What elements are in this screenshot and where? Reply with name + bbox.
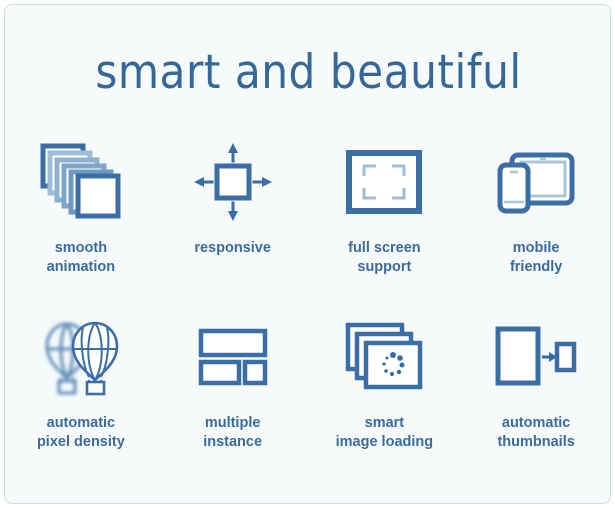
feature-grid: smooth animation responsive full screen … (5, 137, 610, 487)
feature-item-full-screen-support[interactable]: full screen support (309, 137, 461, 312)
feature-item-multiple-instance[interactable]: multiple instance (157, 312, 309, 487)
label-line-1: multiple (204, 415, 261, 431)
resize-arrows-icon (157, 137, 309, 227)
feature-label: automatic pixel density (37, 414, 125, 451)
label-line-1: automatic (501, 415, 571, 431)
label-line-2: thumbnails (497, 433, 575, 450)
label-line-2: support (357, 258, 412, 275)
label-line-2: image loading (335, 433, 434, 450)
phone-tablet-icon (460, 137, 610, 227)
loading-images-icon (309, 312, 461, 402)
feature-item-smooth-animation[interactable]: smooth animation (5, 137, 157, 312)
feature-label: smooth animation (47, 239, 115, 276)
feature-item-automatic-thumbnails[interactable]: automatic thumbnails (460, 312, 610, 487)
feature-label: responsive (194, 239, 271, 258)
feature-item-smart-image-loading[interactable]: smart image loading (309, 312, 461, 487)
label-line-1: full screen (348, 240, 421, 256)
page-title: smart and beautiful (95, 45, 522, 100)
label-line-2: animation (46, 258, 116, 275)
feature-item-mobile-friendly[interactable]: mobile friendly (460, 137, 610, 312)
hot-air-balloons-icon (5, 312, 157, 402)
label-line-2: pixel density (36, 433, 125, 450)
label-line-2: friendly (509, 258, 563, 275)
feature-label: multiple instance (203, 414, 262, 451)
feature-label: automatic thumbnails (497, 414, 574, 451)
feature-label: smart image loading (336, 414, 434, 451)
feature-row-1: smooth animation responsive full screen … (5, 137, 610, 312)
label-line-1: automatic (46, 415, 116, 431)
feature-row-2: automatic pixel density multiple instance (5, 312, 610, 487)
feature-label: full screen support (348, 239, 421, 276)
label-line-1: responsive (194, 240, 271, 256)
label-line-1: mobile (512, 240, 560, 256)
layout-blocks-icon (157, 312, 309, 402)
label-line-2: instance (203, 433, 263, 450)
label-line-1: smart (364, 415, 405, 431)
feature-panel: smart and beautiful smooth animation res… (4, 4, 611, 504)
feature-item-responsive[interactable]: responsive (157, 137, 309, 312)
label-line-1: smooth (54, 240, 108, 256)
feature-label: mobile friendly (510, 239, 562, 276)
stacked-frames-icon (5, 137, 157, 227)
feature-item-automatic-pixel-density[interactable]: automatic pixel density (5, 312, 157, 487)
resize-thumbnail-icon (460, 312, 610, 402)
fullscreen-frame-icon (309, 137, 461, 227)
